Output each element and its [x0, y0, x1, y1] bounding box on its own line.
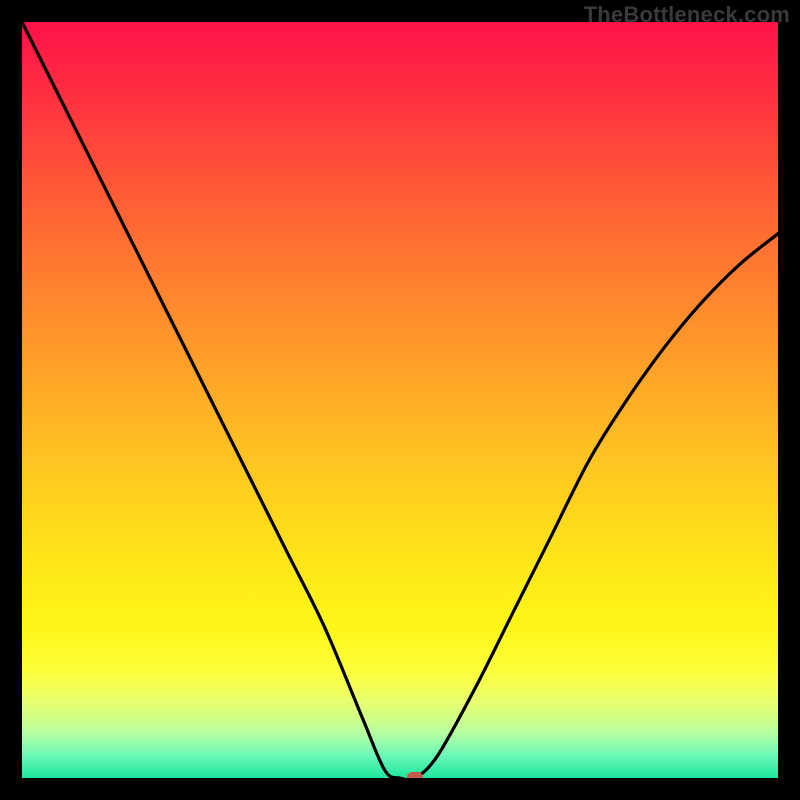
minimum-marker	[407, 772, 423, 778]
plot-area	[22, 22, 778, 778]
watermark-text: TheBottleneck.com	[584, 2, 790, 28]
bottleneck-curve-path	[22, 22, 778, 778]
curve-svg	[22, 22, 778, 778]
